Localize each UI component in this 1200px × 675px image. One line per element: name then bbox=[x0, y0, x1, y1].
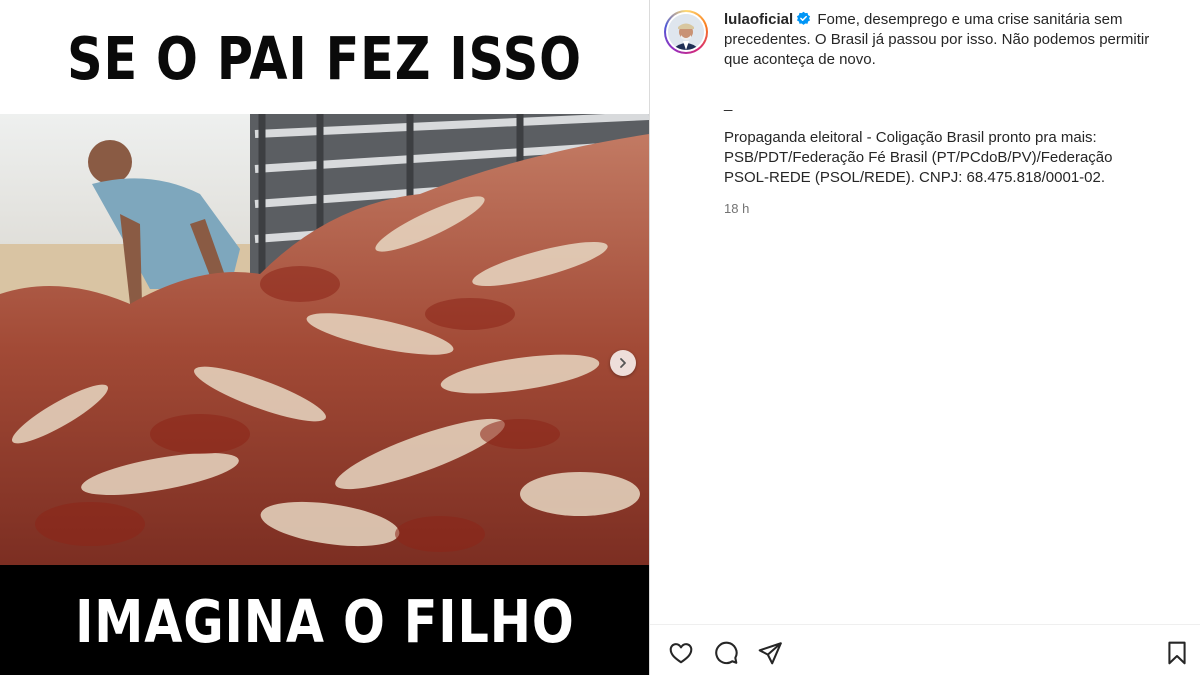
avatar bbox=[668, 14, 704, 50]
post-sidebar: lulaoficial Fome, desemprego e uma crise… bbox=[650, 0, 1200, 675]
meme-top-text: SE O PAI FEZ ISSO bbox=[67, 25, 582, 94]
username-link[interactable]: lulaoficial bbox=[724, 11, 793, 28]
post-photo bbox=[0, 114, 649, 565]
comment-button[interactable] bbox=[713, 640, 739, 666]
verified-badge-icon bbox=[797, 11, 811, 25]
photo-illustration bbox=[0, 114, 649, 565]
meme-bottom-text: IMAGINA O FILHO bbox=[74, 588, 575, 657]
bookmark-icon bbox=[1168, 641, 1186, 665]
like-button[interactable] bbox=[668, 640, 694, 666]
meme-top-banner: SE O PAI FEZ ISSO bbox=[0, 0, 649, 114]
carousel-next-button[interactable] bbox=[610, 350, 636, 376]
caption-separator: _ bbox=[724, 95, 733, 112]
actions-divider bbox=[650, 624, 1200, 625]
chevron-right-icon bbox=[620, 358, 626, 368]
post-media: SE O PAI FEZ ISSO IMAGINA O FILHO bbox=[0, 0, 649, 675]
share-button[interactable] bbox=[757, 640, 783, 666]
save-button[interactable] bbox=[1164, 640, 1190, 666]
caption: lulaoficial Fome, desemprego e uma crise… bbox=[724, 10, 1154, 188]
avatar-person-icon bbox=[668, 14, 704, 50]
caption-legal-text: Propaganda eleitoral - Coligação Brasil … bbox=[724, 129, 1113, 186]
post-timestamp[interactable]: 18 h bbox=[724, 201, 749, 216]
avatar-story-ring[interactable] bbox=[664, 10, 708, 54]
send-icon bbox=[758, 642, 782, 665]
meme-bottom-banner: IMAGINA O FILHO bbox=[0, 565, 649, 675]
avatar-inner bbox=[666, 12, 706, 52]
action-bar bbox=[650, 628, 1200, 675]
comment-icon bbox=[715, 641, 738, 665]
heart-icon bbox=[669, 643, 693, 664]
caption-row: lulaoficial Fome, desemprego e uma crise… bbox=[664, 10, 1184, 188]
